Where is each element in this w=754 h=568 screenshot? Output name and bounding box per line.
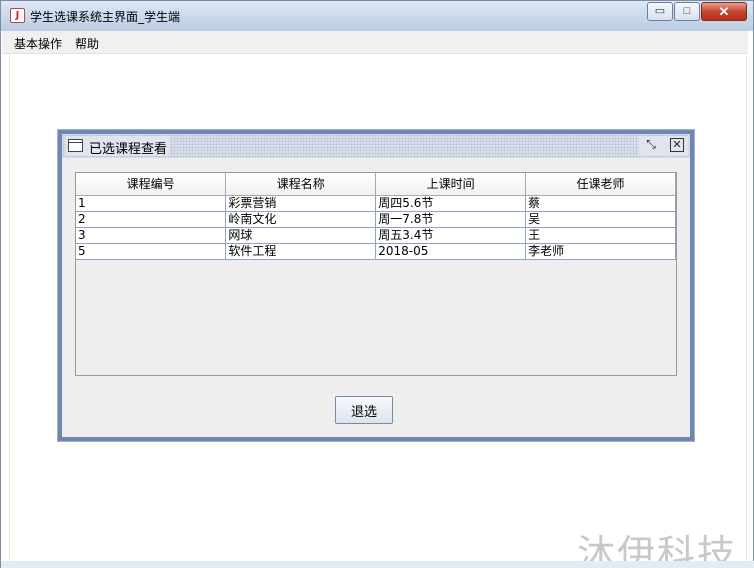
menu-basic-operations[interactable]: 基本操作 (14, 35, 62, 52)
table-header: 课程编号 课程名称 上课时间 任课老师 (76, 173, 676, 196)
table-cell[interactable]: 2018-05 (375, 242, 527, 260)
internal-frame-title: 已选课程查看 (89, 142, 168, 157)
table-cell[interactable]: 网球 (225, 226, 377, 244)
table-cell[interactable]: 周五3.4节 (375, 226, 527, 244)
table-row[interactable]: 5 软件工程 2018-05 李老师 (76, 242, 676, 260)
menu-help[interactable]: 帮助 (75, 35, 99, 52)
table-cell[interactable]: 李老师 (525, 242, 676, 260)
table-cell[interactable]: 吴 (525, 210, 676, 228)
close-icon[interactable]: ✕ (670, 138, 684, 152)
withdraw-course-button[interactable]: 退选 (335, 396, 393, 424)
menu-bar: 基本操作 帮助 (2, 31, 748, 54)
table-cell[interactable]: 彩票营销 (225, 194, 377, 212)
window-title: 学生选课系统主界面_学生端 (30, 10, 181, 24)
maximize-button[interactable]: □ (674, 2, 700, 21)
window-bottom-border (1, 561, 754, 568)
table-row[interactable]: 2 岭南文化 周一7.8节 吴 (76, 210, 676, 228)
table-cell[interactable]: 3 (76, 226, 227, 244)
column-header-class-time[interactable]: 上课时间 (375, 173, 527, 196)
table-row[interactable]: 1 彩票营销 周四5.6节 蔡 (76, 194, 676, 212)
selected-courses-frame: 已选课程查看 ⤡ ✕ 课程编号 课程名称 上课时间 任课老师 1 彩票营销 周四… (58, 130, 694, 441)
table-cell[interactable]: 2 (76, 210, 227, 228)
table-cell[interactable]: 蔡 (525, 194, 676, 212)
main-window: J 学生选课系统主界面_学生端 ▭ □ ✕ 基本操作 帮助 已选课程查看 ⤡ ✕… (0, 0, 754, 568)
table-cell[interactable]: 软件工程 (225, 242, 377, 260)
window-titlebar[interactable]: J 学生选课系统主界面_学生端 ▭ □ ✕ (1, 1, 753, 31)
courses-table-scrollpane[interactable]: 课程编号 课程名称 上课时间 任课老师 1 彩票营销 周四5.6节 蔡 2 岭南… (75, 172, 677, 376)
column-header-course-name[interactable]: 课程名称 (225, 173, 377, 196)
minimize-button[interactable]: ▭ (647, 2, 673, 21)
table-cell[interactable]: 5 (76, 242, 227, 260)
restore-icon[interactable]: ⤡ (644, 138, 658, 152)
window-icon (68, 139, 83, 152)
table-cell[interactable]: 1 (76, 194, 227, 212)
table-cell[interactable]: 王 (525, 226, 676, 244)
table-cell[interactable]: 岭南文化 (225, 210, 377, 228)
table-cell[interactable]: 周四5.6节 (375, 194, 527, 212)
table-row[interactable]: 3 网球 周五3.4节 王 (76, 226, 676, 244)
courses-table: 课程编号 课程名称 上课时间 任课老师 1 彩票营销 周四5.6节 蔡 2 岭南… (76, 173, 676, 260)
close-button[interactable]: ✕ (701, 2, 747, 21)
column-header-teacher[interactable]: 任课老师 (525, 173, 676, 196)
java-icon: J (10, 8, 25, 23)
table-cell[interactable]: 周一7.8节 (375, 210, 527, 228)
internal-frame-titlebar[interactable]: 已选课程查看 ⤡ ✕ (62, 134, 690, 158)
column-header-course-id[interactable]: 课程编号 (76, 173, 227, 196)
